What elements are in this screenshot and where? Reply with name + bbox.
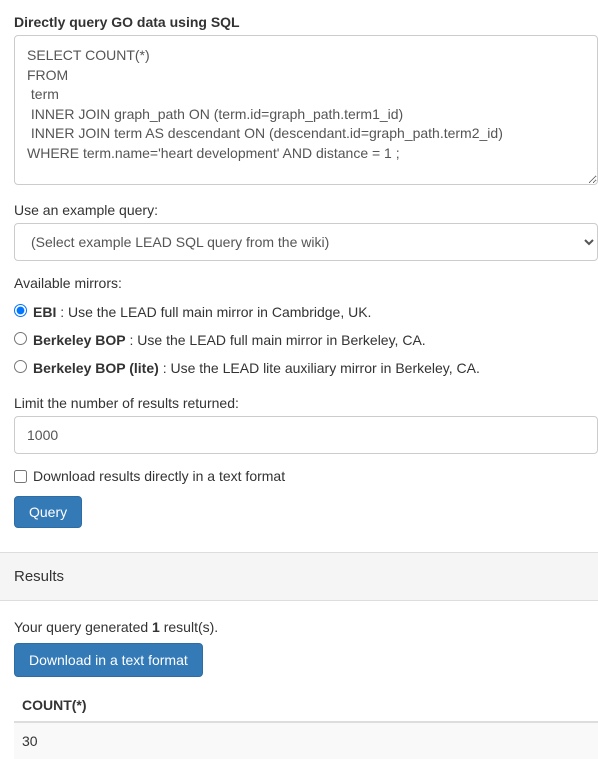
query-button[interactable]: Query bbox=[14, 496, 82, 528]
example-query-select[interactable]: (Select example LEAD SQL query from the … bbox=[14, 223, 598, 261]
mirror-radio-berkeley-bop-lite[interactable] bbox=[14, 360, 27, 373]
sql-query-textarea[interactable] bbox=[14, 35, 598, 185]
sql-query-label: Directly query GO data using SQL bbox=[14, 14, 598, 30]
mirror-option-berkeley-bop[interactable]: Berkeley BOP : Use the LEAD full main mi… bbox=[14, 325, 598, 353]
mirrors-label: Available mirrors: bbox=[14, 275, 598, 291]
mirror-desc: : Use the LEAD full main mirror in Cambr… bbox=[60, 304, 371, 320]
limit-input[interactable] bbox=[14, 416, 598, 454]
mirror-name: EBI bbox=[33, 304, 56, 320]
mirror-radio-berkeley-bop[interactable] bbox=[14, 332, 27, 345]
download-text-label: Download results directly in a text form… bbox=[33, 468, 285, 484]
example-query-label: Use an example query: bbox=[14, 202, 598, 218]
limit-label: Limit the number of results returned: bbox=[14, 395, 598, 411]
table-header-cell: COUNT(*) bbox=[14, 689, 598, 722]
mirror-radio-ebi[interactable] bbox=[14, 304, 27, 317]
mirror-list: EBI : Use the LEAD full main mirror in C… bbox=[14, 297, 598, 381]
results-table: COUNT(*) 30 bbox=[14, 689, 598, 759]
mirror-name: Berkeley BOP (lite) bbox=[33, 360, 159, 376]
table-row: 30 bbox=[14, 722, 598, 759]
results-heading: Results bbox=[0, 552, 598, 601]
results-summary: Your query generated 1 result(s). bbox=[14, 619, 598, 635]
mirror-option-berkeley-bop-lite[interactable]: Berkeley BOP (lite) : Use the LEAD lite … bbox=[14, 353, 598, 381]
mirror-desc: : Use the LEAD lite auxiliary mirror in … bbox=[163, 360, 480, 376]
mirror-name: Berkeley BOP bbox=[33, 332, 126, 348]
mirror-option-ebi[interactable]: EBI : Use the LEAD full main mirror in C… bbox=[14, 297, 598, 325]
table-cell: 30 bbox=[14, 722, 598, 759]
download-text-checkbox[interactable] bbox=[14, 470, 27, 483]
mirror-desc: : Use the LEAD full main mirror in Berke… bbox=[130, 332, 426, 348]
download-results-button[interactable]: Download in a text format bbox=[14, 643, 203, 677]
